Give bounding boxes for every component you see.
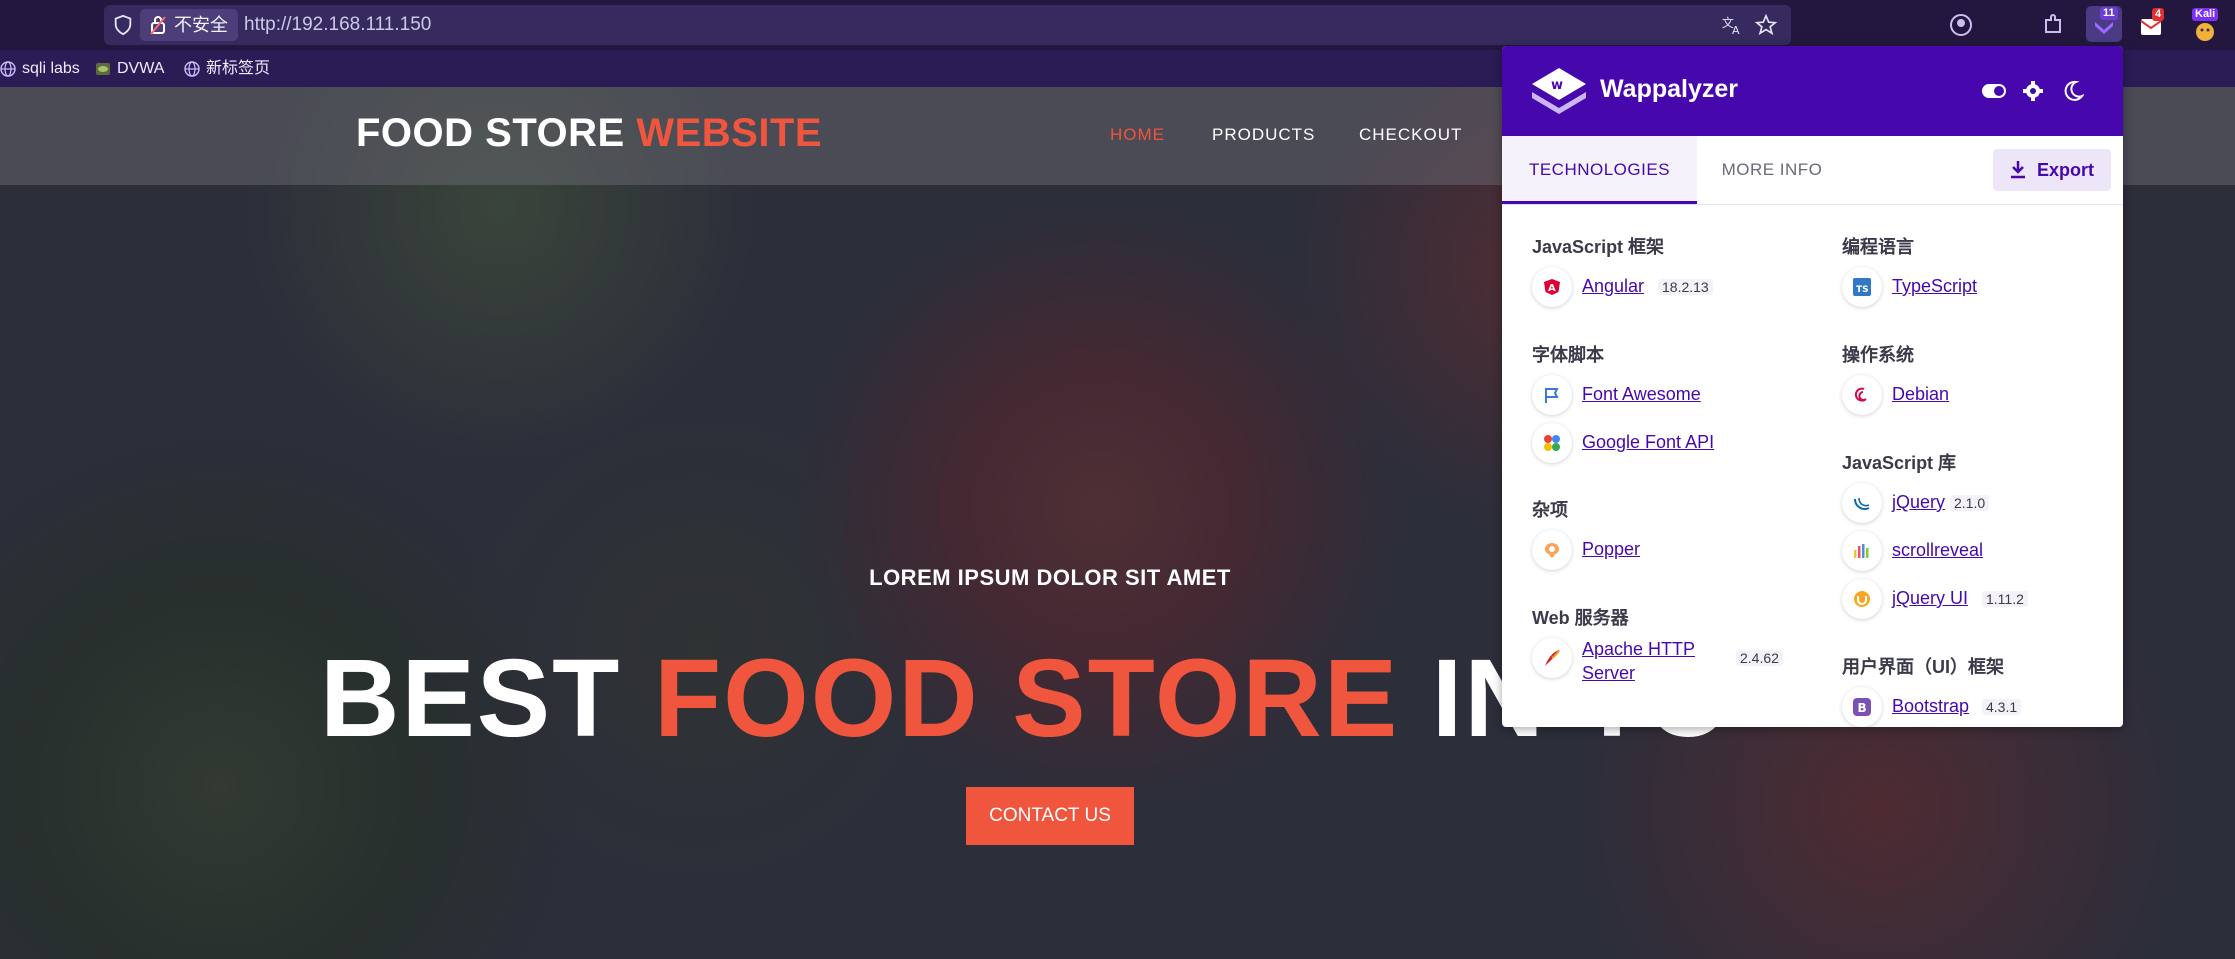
bookmark-dvwa[interactable]: DVWA (95, 50, 164, 87)
tech-name[interactable]: scrollreveal (1892, 540, 1983, 561)
mail-extension-button[interactable]: 4 (2138, 8, 2168, 40)
account-icon[interactable] (1948, 12, 1974, 38)
wappalyzer-popup: w Wappalyzer TECHNOLOGIES MORE INFO Expo… (1502, 46, 2123, 727)
bootstrap-icon: B (1842, 687, 1882, 727)
tech-name[interactable]: Popper (1582, 539, 1640, 560)
tech-name[interactable]: Angular (1582, 276, 1644, 297)
font-awesome-icon (1532, 375, 1572, 415)
wappalyzer-tabs: TECHNOLOGIES MORE INFO Export (1502, 136, 2123, 205)
category-web-server: Web 服务器 (1532, 608, 1629, 628)
tech-version: 1.11.2 (1982, 591, 2028, 607)
hero-title-white: BEST (320, 637, 622, 760)
category-ui-framework: 用户界面（UI）框架 (1842, 657, 2004, 677)
tech-version: 4.3.1 (1982, 699, 2022, 715)
category-font-scripts: 字体脚本 (1532, 345, 1604, 365)
svg-text:w: w (1551, 78, 1563, 93)
svg-text:A: A (1732, 24, 1740, 36)
url-text[interactable]: http://192.168.111.150 (244, 5, 431, 45)
debian-icon (1842, 375, 1882, 415)
category-js-framework: JavaScript 框架 (1532, 237, 1665, 257)
toggle-icon[interactable] (1980, 79, 2008, 103)
wappalyzer-title: Wappalyzer (1600, 75, 1739, 103)
dvwa-icon (96, 63, 110, 75)
svg-text:B: B (1858, 701, 1867, 715)
nav-checkout[interactable]: CHECKOUT (1359, 125, 1462, 145)
jquery-ui-icon (1842, 579, 1882, 619)
insecure-label: 不安全 (174, 15, 228, 35)
contact-us-button[interactable]: CONTACT US (966, 787, 1134, 845)
category-os: 操作系统 (1842, 345, 1914, 365)
jquery-icon (1842, 483, 1882, 523)
tech-version: 18.2.13 (1658, 279, 1713, 295)
profile-badge: Kali (2192, 8, 2219, 21)
tech-name[interactable]: Bootstrap (1892, 696, 1969, 717)
tech-version: 2.4.62 (1736, 650, 1783, 666)
tech-name[interactable]: TypeScript (1892, 276, 1977, 297)
tech-name[interactable]: Debian (1892, 384, 1949, 405)
export-label: Export (2037, 160, 2095, 180)
lock-warning-icon (150, 16, 166, 35)
tech-name[interactable]: jQuery (1892, 492, 1945, 513)
nav-home[interactable]: HOME (1110, 125, 1165, 145)
popper-icon (1532, 530, 1572, 570)
profile-extension-button[interactable]: Kali (2188, 8, 2222, 42)
tech-name[interactable]: Google Font API (1582, 432, 1714, 453)
svg-text:A: A (1548, 283, 1556, 294)
category-js-library: JavaScript 库 (1842, 453, 1957, 473)
tech-apache[interactable]: Apache HTTP Server 2.4.62 (1532, 638, 1792, 690)
tab-technologies[interactable]: TECHNOLOGIES (1502, 136, 1697, 204)
wappalyzer-extension-button[interactable]: 11 (2086, 6, 2122, 42)
globe-icon (0, 61, 16, 77)
apache-icon (1532, 638, 1572, 678)
shield-icon[interactable] (112, 14, 134, 36)
wappalyzer-icon (2095, 22, 2113, 34)
tab-more-info[interactable]: MORE INFO (1697, 136, 1847, 204)
category-misc: 杂项 (1532, 500, 1568, 520)
download-icon (2011, 161, 2025, 179)
kali-avatar-icon (2196, 23, 2214, 41)
insecure-badge[interactable]: 不安全 (140, 9, 238, 41)
tech-name[interactable]: jQuery UI (1892, 588, 1968, 609)
wappalyzer-logo-icon: w (1532, 68, 1586, 114)
extensions-icon[interactable] (2040, 12, 2066, 38)
browser-toolbar: 不安全 http://192.168.111.150 文A 11 4 Kali (0, 0, 2235, 50)
category-programming-language: 编程语言 (1842, 237, 1914, 257)
bookmark-new-tab[interactable]: 新标签页 (184, 50, 270, 87)
angular-icon: A (1532, 267, 1572, 307)
logo-accent: WEBSITE (636, 111, 823, 155)
scrollreveal-icon (1842, 531, 1882, 571)
settings-gear-icon[interactable] (2021, 79, 2045, 103)
svg-text:TS: TS (1856, 285, 1869, 295)
mail-count-badge: 4 (2152, 8, 2165, 21)
tech-name[interactable]: Apache HTTP Server (1582, 637, 1722, 685)
export-button[interactable]: Export (1993, 149, 2111, 191)
dark-mode-moon-icon[interactable] (2062, 79, 2084, 103)
nav-products[interactable]: PRODUCTS (1212, 125, 1315, 145)
wappalyzer-header: w Wappalyzer (1502, 46, 2123, 136)
translate-icon[interactable]: 文A (1721, 14, 1743, 36)
tech-version: 2.1.0 (1950, 495, 1990, 511)
tech-name[interactable]: Font Awesome (1582, 384, 1701, 405)
typescript-icon: TS (1842, 267, 1882, 307)
hero-title-accent: FOOD STORE (653, 637, 1400, 760)
globe-icon (184, 61, 200, 77)
star-icon[interactable] (1755, 14, 1777, 36)
google-font-icon (1532, 423, 1572, 463)
site-logo[interactable]: FOOD STORE WEBSITE (356, 111, 822, 156)
bookmark-sqli-labs[interactable]: sqli labs (0, 50, 80, 87)
logo-main: FOOD STORE (356, 111, 625, 155)
wappalyzer-count-badge: 11 (2100, 7, 2118, 20)
address-bar[interactable]: 不安全 http://192.168.111.150 文A (104, 5, 1791, 45)
